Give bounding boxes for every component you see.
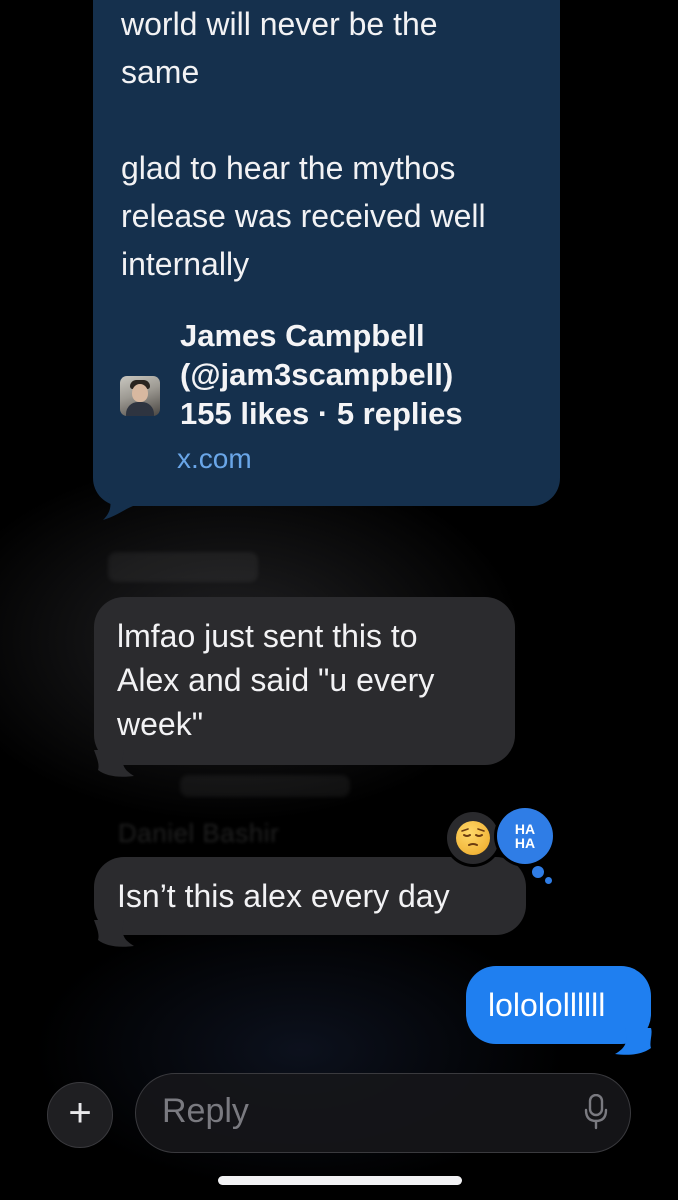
reply-input[interactable]: Reply xyxy=(135,1073,631,1153)
message-text: Isn’t this alex every day xyxy=(117,878,450,914)
link-preview[interactable]: James Campbell (@jam3scampbell) 155 like… xyxy=(120,316,540,476)
ghost-bar xyxy=(108,552,258,582)
microphone-icon[interactable] xyxy=(584,1094,608,1130)
tapback-text: HA xyxy=(514,835,536,851)
ghost-bar xyxy=(180,775,350,797)
bubble-tail xyxy=(103,490,133,520)
ghost-sender-name: Daniel Bashir xyxy=(118,818,280,848)
pensive-face-emoji-icon[interactable] xyxy=(447,812,499,864)
link-preview-domain: x.com xyxy=(177,443,252,474)
message-text: lololollllll xyxy=(488,987,606,1023)
message-text: lmfao just sent this to Alex and said "u… xyxy=(117,618,435,742)
message-text: glad to hear the mythos release was rece… xyxy=(121,150,486,282)
avatar xyxy=(120,376,160,416)
haha-tapback-icon[interactable]: HA HA xyxy=(497,808,553,864)
home-indicator[interactable] xyxy=(218,1176,462,1185)
bubble-tail xyxy=(94,920,134,947)
message-text: world will never be the same xyxy=(121,6,438,90)
reply-placeholder: Reply xyxy=(162,1092,249,1130)
bubble-tail xyxy=(615,1028,652,1055)
tapback-tail-dot xyxy=(532,866,544,878)
bubble-tail xyxy=(94,750,134,777)
tapback-tail-dot xyxy=(545,877,552,884)
add-attachment-button[interactable]: + xyxy=(47,1082,113,1148)
tapback-text: HA xyxy=(514,821,536,837)
link-preview-title: James Campbell (@jam3scampbell) 155 like… xyxy=(180,318,463,431)
messages-screen: Daniel Bashir world will never be the sa… xyxy=(0,0,678,1200)
